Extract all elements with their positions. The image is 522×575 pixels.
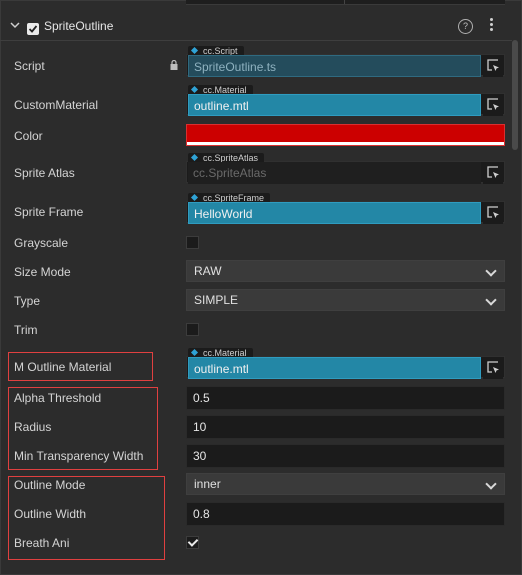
outline-width-label: Outline Width (14, 507, 87, 521)
diamond-icon (190, 348, 199, 357)
component-enabled-checkbox[interactable] (27, 23, 39, 35)
grayscale-checkbox[interactable] (186, 236, 199, 249)
header-divider (0, 40, 512, 41)
checkbox-checked-icon (28, 25, 38, 33)
chevron-down-icon (485, 478, 497, 490)
size-mode-label: Size Mode (14, 265, 71, 279)
alpha-threshold-label: Alpha Threshold (14, 391, 102, 405)
locate-picker-icon (487, 98, 499, 110)
sprite-atlas-asset-value[interactable]: cc.SpriteAtlas (188, 162, 481, 184)
script-picker-button[interactable] (483, 55, 503, 77)
sprite-frame-label: Sprite Frame (14, 205, 84, 219)
lock-icon (170, 60, 178, 70)
vertical-dots-icon[interactable] (489, 18, 495, 34)
custom-material-picker-button[interactable] (483, 94, 503, 116)
breath-ani-checkbox[interactable] (186, 536, 199, 549)
outline-width-input[interactable]: 0.8 (186, 502, 505, 526)
sprite-frame-picker-button[interactable] (483, 202, 503, 224)
diamond-icon (190, 46, 199, 55)
color-swatch[interactable] (186, 124, 505, 146)
scrollbar-thumb[interactable] (512, 40, 518, 150)
type-select[interactable]: SIMPLE (186, 289, 505, 311)
alpha-threshold-input[interactable]: 0.5 (186, 386, 505, 410)
grayscale-label: Grayscale (14, 236, 69, 250)
outline-mode-value: inner (194, 477, 221, 491)
outline-mode-label: Outline Mode (14, 478, 86, 492)
chevron-down-icon[interactable] (8, 18, 22, 32)
sprite-atlas-label: Sprite Atlas (14, 166, 75, 180)
radius-label: Radius (14, 420, 52, 434)
help-circle-icon[interactable]: ? (458, 19, 473, 34)
trim-label: Trim (14, 323, 38, 337)
size-mode-value: RAW (194, 264, 222, 278)
diamond-icon (190, 85, 199, 94)
locate-picker-icon (487, 206, 499, 218)
size-mode-select[interactable]: RAW (186, 260, 505, 282)
color-label: Color (14, 129, 43, 143)
type-label: Type (14, 294, 41, 308)
custom-material-label: CustomMaterial (14, 98, 99, 112)
component-title: SpriteOutline (44, 19, 114, 33)
chevron-down-icon (485, 265, 497, 277)
sprite-frame-asset-value[interactable]: HelloWorld (188, 202, 481, 224)
type-value: SIMPLE (194, 293, 239, 307)
chevron-down-icon (485, 294, 497, 306)
breath-ani-label: Breath Ani (14, 536, 70, 550)
custom-material-asset-value[interactable]: outline.mtl (188, 94, 481, 116)
locate-picker-icon (487, 361, 499, 373)
m-outline-material-asset-value[interactable]: outline.mtl (188, 357, 481, 379)
previous-component-fields (186, 0, 505, 5)
outline-mode-select[interactable]: inner (186, 473, 505, 495)
alpha-bar (187, 142, 504, 145)
component-header[interactable]: SpriteOutline ? (0, 10, 512, 42)
m-outline-material-label: M Outline Material (14, 360, 112, 374)
radius-input[interactable]: 10 (186, 415, 505, 439)
script-label: Script (14, 59, 45, 73)
trim-checkbox[interactable] (186, 323, 199, 336)
locate-picker-icon (487, 59, 499, 71)
sprite-atlas-picker-button[interactable] (483, 162, 503, 184)
m-outline-material-picker-button[interactable] (483, 357, 503, 379)
min-transparency-width-input[interactable]: 30 (186, 444, 505, 468)
diamond-icon (190, 193, 199, 202)
diamond-icon (190, 153, 199, 162)
script-asset-value[interactable]: SpriteOutline.ts (188, 55, 481, 77)
locate-picker-icon (487, 166, 499, 178)
min-transparency-width-label: Min Transparency Width (14, 449, 144, 463)
